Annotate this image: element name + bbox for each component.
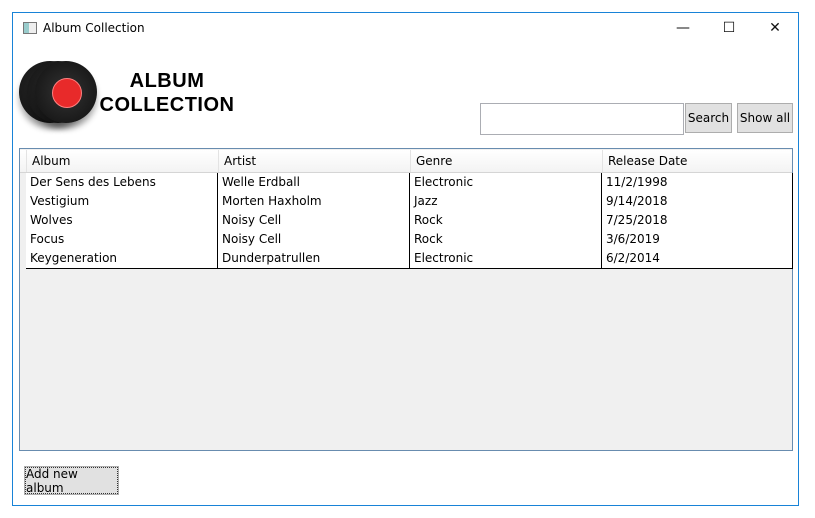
table-cell[interactable]: Vestigium [26,192,218,211]
window-title: Album Collection [43,21,145,35]
table-cell[interactable]: 7/25/2018 [602,211,793,230]
app-window: Album Collection — ☐ ✕ ALBUM COLLECTION … [12,12,799,506]
column-header-genre[interactable]: Genre [410,150,602,172]
search-button[interactable]: Search [685,103,732,133]
table-row[interactable]: Keygeneration Dunderpatrullen Electronic 6/… [26,249,793,269]
table-header: Album Artist Genre Release Date [20,150,792,173]
column-header-album[interactable]: Album [26,150,218,172]
table-cell[interactable]: Electronic [410,249,602,268]
minimize-button[interactable]: — [660,13,706,43]
table-cell[interactable]: 3/6/2019 [602,230,793,249]
add-new-album-button[interactable]: Add new album [24,466,119,495]
albums-table: Album Artist Genre Release Date Der Sens… [19,148,793,451]
table-cell[interactable]: Rock [410,211,602,230]
table-row[interactable]: Wolves Noisy Cell Rock 7/25/2018 [26,211,793,231]
title-bar: Album Collection — ☐ ✕ [13,13,798,43]
logo-text: ALBUM COLLECTION [97,69,237,117]
app-icon [23,22,37,34]
table-row[interactable]: Vestigium Morten Haxholm Jazz 9/14/2018 [26,192,793,212]
table-cell[interactable]: Noisy Cell [218,211,410,230]
table-cell[interactable]: Der Sens des Lebens [26,173,218,192]
table-cell[interactable]: 6/2/2014 [602,249,793,268]
close-button[interactable]: ✕ [752,13,798,43]
search-input[interactable] [480,103,684,135]
table-row[interactable]: Focus Noisy Cell Rock 3/6/2019 [26,230,793,250]
table-row[interactable]: Der Sens des Lebens Welle Erdball Electron… [26,173,793,193]
table-cell[interactable]: Welle Erdball [218,173,410,192]
logo-line1: ALBUM [129,70,205,92]
table-cell[interactable]: Morten Haxholm [218,192,410,211]
table-cell[interactable]: Rock [410,230,602,249]
table-cell[interactable]: Keygeneration [26,249,218,268]
table-cell[interactable]: 9/14/2018 [602,192,793,211]
table-cell[interactable]: Noisy Cell [218,230,410,249]
table-cell[interactable]: Jazz [410,192,602,211]
maximize-button[interactable]: ☐ [706,13,752,43]
table-cell[interactable]: Dunderpatrullen [218,249,410,268]
logo-line2: COLLECTION [99,94,235,116]
vinyl-logo-icon [19,59,99,133]
table-cell[interactable]: Electronic [410,173,602,192]
column-header-artist[interactable]: Artist [218,150,410,172]
table-cell[interactable]: Focus [26,230,218,249]
show-all-button[interactable]: Show all [737,103,793,133]
column-header-release-date[interactable]: Release Date [602,150,792,172]
table-cell[interactable]: 11/2/1998 [602,173,793,192]
table-cell[interactable]: Wolves [26,211,218,230]
